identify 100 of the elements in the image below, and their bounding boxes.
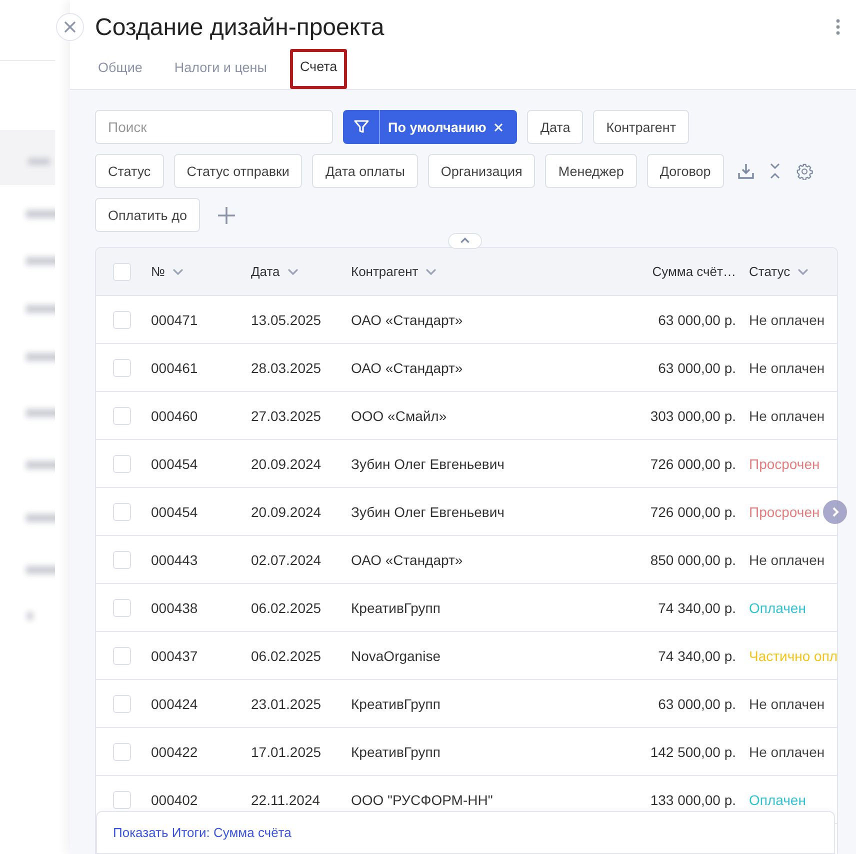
table-cell-text: Зубин Олег Евгеньевич <box>351 504 506 520</box>
status-text: Просрочен <box>749 456 820 472</box>
table-cell-text: 000454 <box>151 504 199 520</box>
table-cell-text: ОАО «Стандарт» <box>351 360 464 376</box>
table-cell-text: КреативГрупп <box>351 696 442 712</box>
filter-chip[interactable]: Договор <box>646 154 724 188</box>
download-icon[interactable] <box>738 163 754 179</box>
settings-icon[interactable] <box>796 162 813 180</box>
status-text: Не оплачен <box>749 744 825 760</box>
row-checkbox[interactable] <box>113 358 131 376</box>
collapse-icon[interactable] <box>770 163 780 179</box>
table-cell-text: КреативГрупп <box>351 744 442 760</box>
row-checkbox[interactable] <box>113 646 131 664</box>
table-cell-text: 20.09.2024 <box>251 504 322 520</box>
row-checkbox[interactable] <box>113 550 131 568</box>
table-cell-text: 726 000,00 р. <box>649 456 736 472</box>
status-text: Не оплачен <box>749 408 825 424</box>
filter-chip[interactable]: Дата оплаты <box>312 154 418 188</box>
filter-chip[interactable]: Дата <box>527 110 584 144</box>
status-text: Частично опл <box>749 648 837 664</box>
close-icon <box>64 21 76 33</box>
row-checkbox[interactable] <box>113 406 131 424</box>
show-totals-link[interactable]: Показать Итоги: Сумма счёта <box>113 825 292 840</box>
status-text: Не оплачен <box>749 360 825 376</box>
close-button[interactable] <box>56 13 84 41</box>
filter-chip[interactable]: Статус <box>95 154 164 188</box>
column-header[interactable]: Сумма счёт… <box>652 264 736 279</box>
table-cell-text: 000454 <box>151 456 199 472</box>
table-cell-text: 303 000,00 р. <box>649 408 736 424</box>
filter-chip[interactable]: Контрагент <box>593 110 690 144</box>
search-field[interactable]: Поиск <box>95 110 333 144</box>
table-cell-text: 63 000,00 р. <box>657 312 736 328</box>
table-cell-text: 13.05.2025 <box>251 312 322 328</box>
more-menu-icon[interactable] <box>836 19 840 35</box>
table-cell-text: 850 000,00 р. <box>649 552 736 568</box>
row-checkbox[interactable] <box>113 310 131 328</box>
filter-chip[interactable]: Оплатить до <box>95 198 200 232</box>
status-text: Оплачен <box>749 792 806 808</box>
table-cell-text: 17.01.2025 <box>251 744 322 760</box>
table-cell-text: 02.07.2024 <box>251 552 322 568</box>
table-cell-text: 20.09.2024 <box>251 456 322 472</box>
table-cell-text: 000437 <box>151 648 199 664</box>
table-cell-text: 000424 <box>151 696 199 712</box>
table-cell-text: ОАО «Стандарт» <box>351 312 464 328</box>
row-checkbox[interactable] <box>113 790 131 808</box>
filter-chip[interactable]: Статус отправки <box>174 154 302 188</box>
table-cell-text: 000460 <box>151 408 199 424</box>
table-cell-text: ООО "РУСФОРМ-НН" <box>351 792 494 808</box>
chevron-down-icon[interactable] <box>288 268 298 274</box>
table-cell-text: 000471 <box>151 312 199 328</box>
table-cell-text: 06.02.2025 <box>251 648 322 664</box>
table-cell-text: 000461 <box>151 360 199 376</box>
status-text: Просрочен <box>749 504 820 520</box>
table-cell-text: 28.03.2025 <box>251 360 322 376</box>
panel-title: Создание дизайн-проекта <box>95 13 384 43</box>
chevron-down-icon[interactable] <box>798 268 808 274</box>
select-all-checkbox[interactable] <box>113 262 131 280</box>
filter-chip[interactable]: Организация <box>428 154 536 188</box>
tab[interactable]: Счета <box>290 49 348 89</box>
table-cell-text: 133 000,00 р. <box>649 792 736 808</box>
collapse-handle[interactable] <box>448 233 482 249</box>
table-cell-text: ООО «Смайл» <box>351 408 448 424</box>
table-cell-text: 000402 <box>151 792 199 808</box>
filter-icon <box>354 120 368 134</box>
table-cell-text: Зубин Олег Евгеньевич <box>351 456 506 472</box>
row-checkbox[interactable] <box>113 694 131 712</box>
column-header[interactable]: Дата <box>251 264 280 279</box>
column-header[interactable]: Статус <box>749 264 790 279</box>
status-text: Не оплачен <box>749 312 825 328</box>
table-cell-text: 63 000,00 р. <box>657 360 736 376</box>
table-cell-text: 142 500,00 р. <box>649 744 736 760</box>
table-cell-text: 27.03.2025 <box>251 408 322 424</box>
table-cell-text: 22.11.2024 <box>251 792 322 808</box>
status-text: Оплачен <box>749 600 806 616</box>
row-checkbox[interactable] <box>113 454 131 472</box>
row-checkbox[interactable] <box>113 502 131 520</box>
clear-icon[interactable] <box>494 122 504 132</box>
chevron-down-icon[interactable] <box>426 268 436 274</box>
table-cell-text: NovaOrganise <box>351 648 442 664</box>
chevron-down-icon[interactable] <box>172 268 183 274</box>
table-cell-text: 000443 <box>151 552 199 568</box>
column-header[interactable]: Контрагент <box>351 264 418 279</box>
table-cell-text: 74 340,00 р. <box>657 600 736 616</box>
table-cell-text: 000438 <box>151 600 199 616</box>
table-cell-text: 23.01.2025 <box>251 696 322 712</box>
scroll-right-overlay[interactable] <box>823 500 847 524</box>
chevron-right-icon <box>832 507 838 517</box>
table-cell-text: 726 000,00 р. <box>649 504 736 520</box>
table-cell-text: 000422 <box>151 744 199 760</box>
table-cell-text: 63 000,00 р. <box>657 696 736 712</box>
filter-chip[interactable]: Менеджер <box>545 154 637 188</box>
table-cell-text: 06.02.2025 <box>251 600 322 616</box>
status-text: Не оплачен <box>749 696 825 712</box>
filter-preset-button[interactable]: По умолчанию <box>343 110 518 144</box>
column-header[interactable]: № <box>151 264 165 279</box>
table-cell-text: 74 340,00 р. <box>657 648 736 664</box>
add-icon[interactable] <box>218 206 235 224</box>
row-checkbox[interactable] <box>113 742 131 760</box>
status-text: Не оплачен <box>749 552 825 568</box>
row-checkbox[interactable] <box>113 598 131 616</box>
